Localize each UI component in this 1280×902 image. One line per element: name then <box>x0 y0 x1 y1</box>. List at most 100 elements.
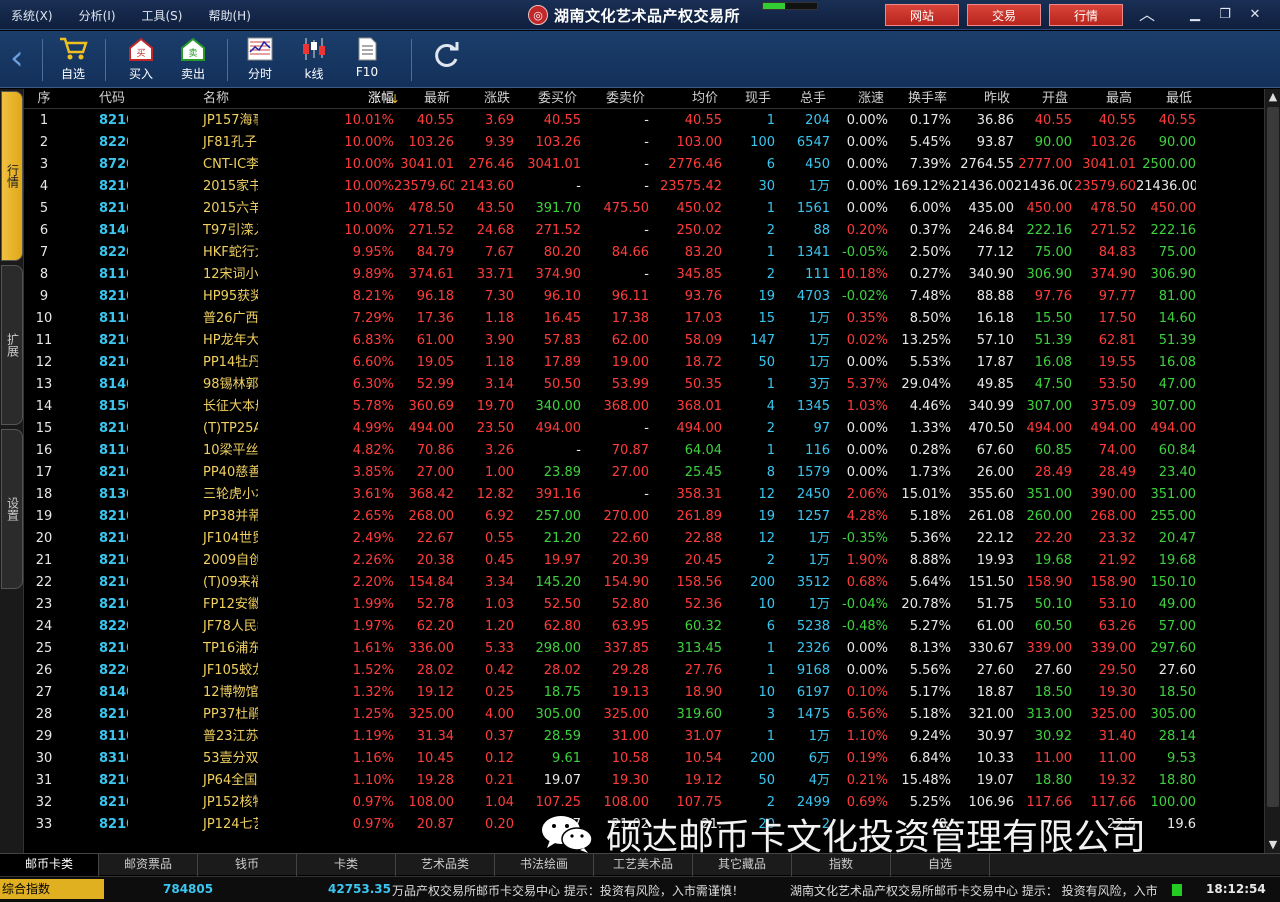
cell-last-vol: 12 <box>758 531 775 546</box>
table-row[interactable]: 28 821023 PP37杜鹃花 1.25% 325.00 4.00 305.00 325.… <box>24 704 1264 726</box>
tab-watchlist[interactable]: 自选 <box>891 854 990 876</box>
cell-bid: 103.26 <box>535 135 582 150</box>
website-button[interactable]: 网站 <box>885 4 959 26</box>
menu-tools[interactable]: 工具(S) <box>142 7 183 24</box>
tab-index[interactable]: 指数 <box>792 854 891 876</box>
table-row[interactable]: 7 822004 HKF蛇行大运 9.95% 84.79 7.67 80.20 84.66 83… <box>24 242 1264 264</box>
cell-ask: - <box>644 487 649 502</box>
header-turnover[interactable]: 换手率 <box>884 89 947 108</box>
side-tab-market[interactable]: 行情 <box>1 91 23 261</box>
tab-postal-items[interactable]: 邮资票品 <box>99 854 198 876</box>
table-row[interactable]: 15 821005 (T)TP25A 4.99% 494.00 23.50 494.00 - 4… <box>24 418 1264 440</box>
cell-bid: 3041.01 <box>527 157 581 172</box>
table-row[interactable]: 31 821042 JP64全国集邮 1.10% 19.28 0.21 19.07 19.30… <box>24 770 1264 792</box>
tab-art[interactable]: 艺术品类 <box>396 854 495 876</box>
tab-crafts[interactable]: 工艺美术品 <box>594 854 693 876</box>
side-tab-settings[interactable]: 设置 <box>1 429 23 589</box>
close-icon[interactable]: ✕ <box>1246 6 1264 24</box>
header-last-vol[interactable]: 现手 <box>718 89 771 108</box>
trade-button[interactable]: 交易 <box>967 4 1041 26</box>
vertical-scrollbar[interactable]: ▲ ▼ <box>1264 89 1280 853</box>
header-open[interactable]: 开盘 <box>1010 89 1068 108</box>
refresh-button[interactable] <box>421 41 471 91</box>
header-change[interactable]: 涨跌 <box>450 89 510 108</box>
table-row[interactable]: 9 821026 HP95获奖片 8.21% 96.18 7.30 96.10 96.11 93… <box>24 286 1264 308</box>
table-row[interactable]: 14 815001 长征大本册 5.78% 360.69 19.70 340.00 368.0… <box>24 396 1264 418</box>
table-row[interactable]: 30 831001 53壹分双星币 1.16% 10.45 0.12 9.61 10.58 10… <box>24 748 1264 770</box>
side-tab-extension[interactable]: 扩展 <box>1 265 23 425</box>
cell-change-pct: 10.01% <box>344 113 394 128</box>
collapse-icon[interactable]: ︿ <box>1138 6 1156 24</box>
table-row[interactable]: 18 813001 三轮虎小本票 3.61% 368.42 12.82 391.16 - 358… <box>24 484 1264 506</box>
header-low[interactable]: 最低 <box>1132 89 1192 108</box>
header-ask[interactable]: 委卖价 <box>577 89 645 108</box>
cell-last-vol: 10 <box>758 597 775 612</box>
scroll-thumb[interactable] <box>1267 107 1279 807</box>
menu-help[interactable]: 帮助(H) <box>208 7 250 24</box>
table-row[interactable]: 58210042015六羊庆丰10.00%478.5043.50391.7047… <box>24 198 1264 220</box>
menu-analysis[interactable]: 分析(I) <box>79 7 116 24</box>
cell-code: 821029 <box>99 333 128 348</box>
header-avg[interactable]: 均价 <box>645 89 718 108</box>
cell-seq: 1 <box>39 113 49 128</box>
sell-button[interactable]: 卖 卖出 <box>168 35 218 85</box>
buy-button[interactable]: 买 买入 <box>116 35 166 85</box>
cell-name: (T)TP25A <box>203 421 258 436</box>
cell-change-pct: 1.99% <box>352 597 394 612</box>
header-bid[interactable]: 委买价 <box>510 89 577 108</box>
tab-cards[interactable]: 卡类 <box>297 854 396 876</box>
header-total-vol[interactable]: 总手 <box>771 89 826 108</box>
header-prev-close[interactable]: 昨收 <box>947 89 1010 108</box>
cell-turnover: 0.27% <box>909 267 951 282</box>
table-row[interactable]: 16 811008 10梁平丝绸小版 4.82% 70.86 3.26 - 70.87 64.0… <box>24 440 1264 462</box>
minimize-icon[interactable]: ▁ <box>1186 6 1204 24</box>
table-row[interactable]: 13 814008 98锡林郭勒草原 6.30% 52.99 3.14 50.50 53.99… <box>24 374 1264 396</box>
table-row[interactable]: 23 821027 FP12安徽A 1.99% 52.78 1.03 52.50 52.80 5… <box>24 594 1264 616</box>
cell-high: 325.00 <box>1090 707 1137 722</box>
menu-system[interactable]: 系统(X) <box>11 7 53 24</box>
table-row[interactable]: 2 822001 JF81孔子 10.00% 103.26 9.39 103.26 - 103.… <box>24 132 1264 154</box>
header-seq[interactable]: 序 <box>24 89 64 108</box>
table-row[interactable]: 8 811001 12宋词小版 9.89% 374.61 33.71 374.90 - 345.… <box>24 264 1264 286</box>
table-row[interactable]: 48210092015家书A10.00%23579.602143.60--235… <box>24 176 1264 198</box>
table-row[interactable]: 20 821014 JF104世贸 2.49% 22.67 0.55 21.20 22.60 2… <box>24 528 1264 550</box>
tab-stamp-coin-card[interactable]: 邮币卡类 <box>0 854 99 876</box>
tab-calligraphy[interactable]: 书法绘画 <box>495 854 594 876</box>
cell-speed: 0.00% <box>846 663 888 678</box>
intraday-button[interactable]: 分时 <box>235 35 285 85</box>
header-code[interactable]: 代码 <box>64 89 128 108</box>
table-row[interactable]: 25 821006 TP16浦东A 1.61% 336.00 5.33 298.00 337.… <box>24 638 1264 660</box>
header-speed[interactable]: 涨速 <box>826 89 884 108</box>
scroll-down-icon[interactable]: ▼ <box>1265 837 1280 853</box>
tab-coins[interactable]: 钱币 <box>198 854 297 876</box>
kline-button[interactable]: k线 <box>289 35 339 85</box>
header-latest[interactable]: 最新 <box>390 89 450 108</box>
table-row[interactable]: 29 811005 普23江苏民居 1.19% 31.34 0.37 28.59 31.00 3… <box>24 726 1264 748</box>
table-row[interactable]: 17 821020 PP40慈善工程 3.85% 27.00 1.00 23.89 27.00… <box>24 462 1264 484</box>
back-icon[interactable]: ‹ <box>10 41 32 77</box>
table-row[interactable]: 1 821018 JP157海事 10.01% 40.55 3.69 40.55 - 40.55… <box>24 110 1264 132</box>
f10-button[interactable]: F10 <box>342 35 392 85</box>
table-row[interactable]: 6 814006 T97引滦入津 10.00% 271.52 24.68 271.52 - 25… <box>24 220 1264 242</box>
header-name[interactable]: 名称 <box>128 89 258 108</box>
header-high[interactable]: 最高 <box>1068 89 1132 108</box>
table-row[interactable]: 21 821019 2009自创牛 2.26% 20.38 0.45 19.97 20.39 2… <box>24 550 1264 572</box>
table-row[interactable]: 10 811012 普26广西民居 7.29% 17.36 1.18 16.45 17.38 1… <box>24 308 1264 330</box>
watchlist-button[interactable]: 自选 <box>48 35 98 85</box>
market-button[interactable]: 行情 <box>1049 4 1123 26</box>
table-row[interactable]: 27 814012 12博物馆 1.32% 19.12 0.25 18.75 19.13 18.… <box>24 682 1264 704</box>
table-row[interactable]: 12 821012 PP14牡丹 6.60% 19.05 1.18 17.89 19.00 18… <box>24 352 1264 374</box>
cell-low: 305.00 <box>1150 707 1197 722</box>
cell-bid: 21.20 <box>543 531 581 546</box>
table-row[interactable]: 26 822002 JF105蛟龙 1.52% 28.02 0.42 28.02 29.28 2… <box>24 660 1264 682</box>
table-row[interactable]: 19 821021 PP38并蒂莲 2.65% 268.00 6.92 257.00 270.… <box>24 506 1264 528</box>
tab-other[interactable]: 其它藏品 <box>693 854 792 876</box>
table-row[interactable]: 3 872002 CNT-IC李白 10.00% 3041.01 276.46 3041.0… <box>24 154 1264 176</box>
table-row[interactable]: 24 822012 JF78人民教育 1.97% 62.20 1.20 62.80 63.95… <box>24 616 1264 638</box>
table-row[interactable]: 22 821001 (T)09来福片 2.20% 154.84 3.34 145.20 154… <box>24 572 1264 594</box>
table-row[interactable]: 11 821029 HP龙年大吉 6.83% 61.00 3.90 57.83 62.00 58… <box>24 330 1264 352</box>
restore-icon[interactable]: ❐ <box>1216 6 1234 24</box>
header-change-pct[interactable]: 涨幅 <box>258 89 394 108</box>
cell-open: 51.39 <box>1034 333 1072 348</box>
scroll-up-icon[interactable]: ▲ <box>1265 89 1280 105</box>
